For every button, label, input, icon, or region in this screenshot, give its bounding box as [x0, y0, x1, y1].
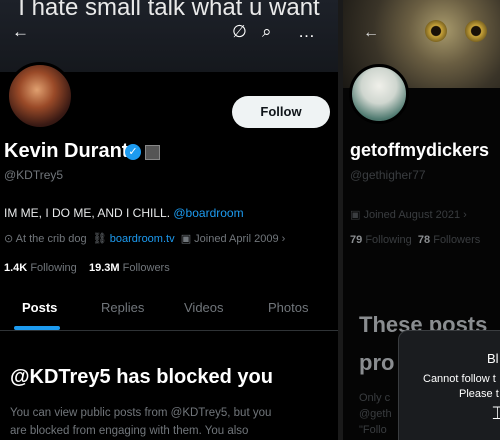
blocked-message: You can view public posts from @KDTrey5,… [10, 404, 330, 440]
protected-text-line-3: "Follo [359, 424, 387, 436]
verified-badge-icon: ✓ [125, 144, 141, 160]
dialog-title: Bl [487, 351, 499, 366]
back-arrow-icon[interactable]: ← [363, 24, 379, 42]
user-handle: @gethigher77 [350, 168, 426, 182]
active-tab-indicator [14, 326, 60, 330]
mute-icon[interactable]: ∅ [232, 22, 247, 42]
dialog-message-line-1: Cannot follow t [423, 373, 496, 385]
tab-replies[interactable]: Replies [101, 300, 144, 315]
following-count: 79 [350, 234, 363, 246]
display-name: Kevin Durant [4, 140, 129, 162]
tab-photos[interactable]: Photos [268, 300, 308, 315]
avatar[interactable] [349, 64, 409, 124]
follow-button[interactable]: Follow [232, 96, 330, 128]
location-text: At the crib dog [15, 233, 87, 245]
followers-stat[interactable]: 19.3M Followers [89, 262, 170, 274]
user-handle: @KDTrey5 [4, 168, 64, 182]
tab-posts[interactable]: Posts [22, 300, 57, 315]
followers-count: 78 [417, 234, 431, 246]
search-icon[interactable]: ⌕ [262, 22, 272, 42]
blocked-heading: @KDTrey5 has blocked you [10, 366, 273, 388]
second-profile-panel: ← getoffmydickers @gethigher77 ▣ Joined … [343, 0, 500, 440]
avatar[interactable] [6, 62, 74, 130]
more-options-icon[interactable]: … [298, 22, 315, 42]
joined-date: ▣ Joined August 2021 › [350, 208, 467, 221]
chevron-right-icon[interactable]: › [282, 233, 286, 245]
profile-banner: I hate small talk what u want ← ∅ ⌕ … [0, 0, 338, 72]
display-name: getoffmydickers [350, 140, 490, 160]
error-dialog: Bl Cannot follow t Please t ⌶ [398, 330, 500, 440]
link-icon: ⛓ [92, 233, 107, 245]
owl-eye-right [465, 20, 487, 42]
following-label[interactable]: Following [365, 234, 411, 246]
tab-videos[interactable]: Videos [184, 300, 224, 315]
text-cursor-icon: ⌶ [492, 403, 500, 423]
follow-counts: 79 Following 78 Followers [350, 234, 480, 246]
kd-profile-panel: I hate small talk what u want ← ∅ ⌕ … Fo… [0, 0, 338, 440]
protected-text-line-2: @geth [359, 408, 392, 420]
website-link[interactable]: boardroom.tv [110, 233, 175, 245]
following-count: 1.4K [4, 262, 28, 274]
profile-tabs: Posts Replies Videos Photos [0, 290, 338, 331]
affiliation-badge-icon [145, 145, 160, 160]
bio-mention-link[interactable]: @boardroom [173, 206, 243, 220]
location-pin-icon: ⊙ [4, 233, 14, 245]
followers-label[interactable]: Followers [433, 234, 480, 246]
dialog-message-line-2: Please t [459, 388, 499, 400]
profile-meta: ⊙ At the crib dog ⛓ boardroom.tv ▣ Joine… [4, 232, 285, 245]
followers-count: 19.3M [89, 262, 120, 274]
back-arrow-icon[interactable]: ← [12, 22, 29, 42]
calendar-icon: ▣ [350, 209, 361, 221]
blocked-message-line-2: are blocked from engaging with them. You… [10, 425, 249, 437]
bio: IM ME, I DO ME, AND I CHILL. @boardroom [4, 206, 244, 220]
following-label: Following [30, 262, 77, 274]
calendar-icon: ▣ [180, 233, 192, 245]
follow-counts: 1.4K Following 19.3M Followers [4, 262, 170, 274]
joined-text: Joined August 2021 [363, 209, 461, 221]
chevron-right-icon[interactable]: › [463, 209, 467, 221]
following-stat[interactable]: 1.4K Following [4, 262, 77, 274]
bio-text: IM ME, I DO ME, AND I CHILL. [4, 206, 171, 220]
joined-date: Joined April 2009 [194, 233, 279, 245]
followers-label: Followers [122, 262, 170, 274]
owl-eye-left [425, 20, 447, 42]
meme-caption: I hate small talk what u want [18, 0, 320, 21]
protected-heading-line-2: pro [359, 350, 395, 375]
blocked-message-line-1: You can view public posts from @KDTrey5,… [10, 407, 272, 419]
protected-text-line-1: Only c [359, 392, 391, 404]
